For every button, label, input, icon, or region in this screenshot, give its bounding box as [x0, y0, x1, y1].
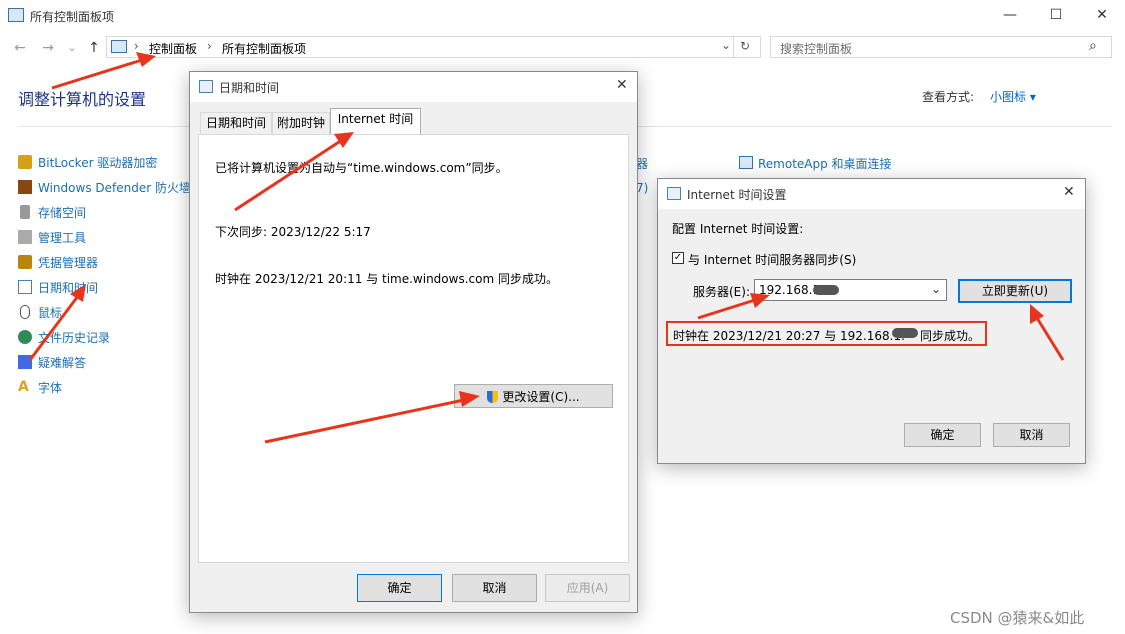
- dialog-title: Internet 时间设置: [687, 188, 787, 202]
- key-icon: [18, 155, 32, 169]
- cp-item-remoteapp[interactable]: RemoteApp 和桌面连接: [739, 154, 995, 174]
- close-icon[interactable]: ✕: [616, 77, 628, 93]
- breadcrumb-separator: ›: [207, 39, 212, 53]
- search-box[interactable]: 搜索控制面板 ⌕: [770, 36, 1112, 58]
- sync-result-prefix: 时钟在 2023/12/21 20:27 与 192.168.1.: [673, 329, 905, 343]
- font-icon: A: [18, 379, 29, 395]
- ok-button[interactable]: 确定: [904, 423, 981, 447]
- maximize-button[interactable]: ☐: [1033, 0, 1079, 30]
- chevron-down-icon[interactable]: ⌄: [931, 282, 941, 296]
- history-icon: [18, 330, 32, 344]
- sync-result-suffix: 同步成功。: [920, 329, 981, 343]
- tab-additional-clocks[interactable]: 附加时钟: [272, 112, 330, 134]
- clock-icon: [199, 80, 213, 93]
- troubleshoot-icon: [18, 355, 32, 369]
- cp-item-label: 鼠标: [38, 306, 63, 320]
- cp-item-label: 凭据管理器: [38, 256, 99, 270]
- sync-description: 已将计算机设置为自动与“time.windows.com”同步。: [215, 161, 508, 175]
- page-heading: 调整计算机的设置: [18, 90, 147, 109]
- control-panel-icon: [111, 40, 127, 53]
- up-button[interactable]: ↑: [84, 39, 104, 57]
- tab-panel: 已将计算机设置为自动与“time.windows.com”同步。 下次同步: 2…: [198, 134, 629, 563]
- watermark: CSDN @猿来&如此: [950, 609, 1085, 627]
- dialog-titlebar: 日期和时间 ✕: [190, 72, 637, 102]
- back-button[interactable]: ←: [10, 39, 30, 57]
- close-icon[interactable]: ✕: [1063, 184, 1075, 200]
- shield-icon: [487, 391, 499, 403]
- cp-item-label: 疑难解答: [38, 356, 87, 370]
- redaction-blur: [813, 285, 839, 295]
- vault-icon: [18, 255, 32, 269]
- tab-date-time[interactable]: 日期和时间: [200, 112, 272, 134]
- redaction-blur: [892, 328, 918, 338]
- change-settings-label: 更改设置(C)...: [502, 390, 580, 404]
- search-icon[interactable]: ⌕: [1089, 38, 1097, 54]
- close-button[interactable]: ✕: [1079, 0, 1125, 30]
- storage-icon: [20, 205, 30, 219]
- recent-locations-button[interactable]: ⌄: [62, 39, 82, 57]
- last-sync-text: 时钟在 2023/12/21 20:11 与 time.windows.com …: [215, 272, 558, 286]
- cp-item-label: Windows Defender 防火墙: [38, 181, 191, 195]
- config-label: 配置 Internet 时间设置:: [672, 222, 804, 236]
- cp-item-label: RemoteApp 和桌面连接: [758, 157, 892, 171]
- dialog-titlebar: Internet 时间设置 ✕: [658, 179, 1085, 209]
- window-titlebar: 所有控制面板项 — ☐ ✕: [0, 0, 1125, 32]
- breadcrumb-separator: ›: [134, 39, 139, 53]
- address-dropdown-icon[interactable]: ⌄: [721, 38, 731, 52]
- change-settings-button[interactable]: 更改设置(C)...: [454, 384, 613, 408]
- server-combobox[interactable]: 192.168.1 ⌄: [754, 279, 947, 301]
- next-sync-text: 下次同步: 2023/12/22 5:17: [215, 225, 371, 239]
- minimize-button[interactable]: —: [987, 0, 1033, 30]
- internet-time-dialog: Internet 时间设置 ✕ 配置 Internet 时间设置: ✓ 与 In…: [657, 178, 1086, 464]
- cancel-button[interactable]: 取消: [452, 574, 537, 602]
- server-label: 服务器(E):: [693, 285, 750, 299]
- address-bar[interactable]: › 控制面板 › 所有控制面板项 ⌄ ↻: [106, 36, 761, 58]
- breadcrumb-all-items[interactable]: 所有控制面板项: [222, 40, 306, 57]
- sync-checkbox[interactable]: ✓: [672, 252, 684, 264]
- cp-item-label: BitLocker 驱动器加密: [38, 156, 158, 170]
- remote-desktop-icon: [739, 156, 753, 169]
- cp-item-label: 文件历史记录: [38, 331, 111, 345]
- search-placeholder: 搜索控制面板: [780, 42, 853, 56]
- control-panel-icon: [8, 8, 24, 22]
- clock-icon: [18, 280, 32, 294]
- firewall-icon: [18, 180, 32, 194]
- apply-button[interactable]: 应用(A): [545, 574, 630, 602]
- update-now-button[interactable]: 立即更新(U): [958, 279, 1072, 303]
- clock-icon: [667, 187, 681, 200]
- refresh-icon[interactable]: ↻: [740, 39, 750, 53]
- forward-button[interactable]: →: [38, 39, 58, 57]
- dialog-title: 日期和时间: [219, 81, 280, 95]
- cancel-button[interactable]: 取消: [993, 423, 1070, 447]
- address-divider: [733, 37, 734, 57]
- view-by-dropdown[interactable]: 小图标 ▾: [990, 88, 1036, 105]
- cp-item-label: 存储空间: [38, 206, 87, 220]
- arrow-to-breadcrumb: [51, 58, 143, 90]
- sync-result-highlight: 时钟在 2023/12/21 20:27 与 192.168.1. 同步成功。: [666, 321, 987, 346]
- ok-button[interactable]: 确定: [357, 574, 442, 602]
- tab-internet-time[interactable]: Internet 时间: [330, 108, 421, 134]
- mouse-icon: [20, 305, 30, 319]
- window-title: 所有控制面板项: [30, 10, 115, 24]
- cp-item-label: 管理工具: [38, 231, 87, 245]
- tools-icon: [18, 230, 32, 244]
- cp-item-label: 字体: [38, 381, 63, 395]
- datetime-dialog: 日期和时间 ✕ 日期和时间 附加时钟 Internet 时间 已将计算机设置为自…: [189, 71, 638, 613]
- breadcrumb-control-panel[interactable]: 控制面板: [149, 40, 197, 57]
- server-value: 192.168.1: [759, 283, 821, 297]
- sync-checkbox-label: 与 Internet 时间服务器同步(S): [688, 253, 857, 267]
- cp-item-label: 日期和时间: [38, 281, 99, 295]
- view-by-label: 查看方式:: [922, 90, 975, 104]
